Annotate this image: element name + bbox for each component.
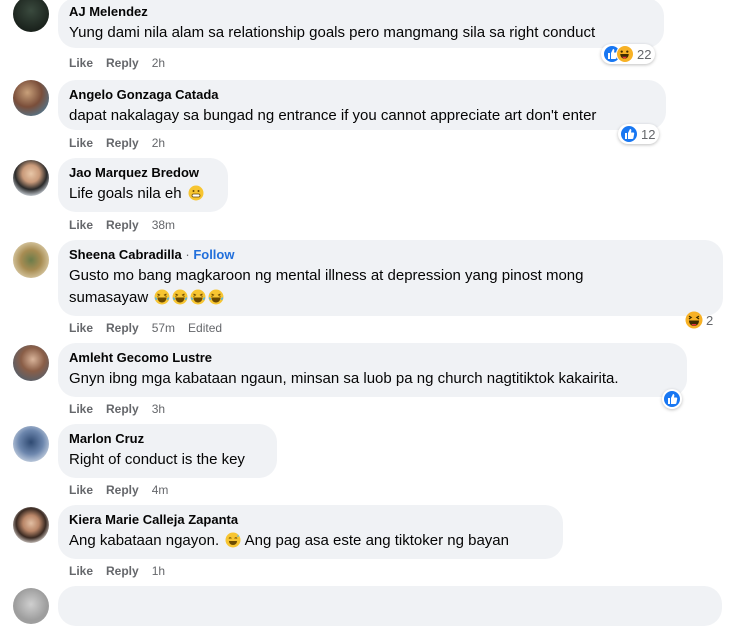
follow-button[interactable]: Follow (193, 247, 234, 262)
avatar[interactable] (13, 345, 49, 381)
like-reaction-icon (663, 390, 681, 408)
like-button[interactable]: Like (69, 402, 93, 416)
comment-text-content: sumasayaw (69, 289, 149, 306)
comment-timestamp[interactable]: 2h (152, 56, 165, 70)
avatar[interactable] (13, 80, 49, 116)
comment-bubble: AJ Melendez Yung dami nila alam sa relat… (58, 0, 664, 48)
reaction-summary[interactable]: 22 (601, 44, 656, 64)
comment-timestamp[interactable]: 38m (152, 218, 175, 232)
grinning-sweat-emoji-icon (225, 532, 241, 548)
reaction-summary[interactable] (662, 389, 682, 409)
comment-bubble: Sheena Cabradilla · Follow Gusto mo bang… (58, 240, 723, 316)
comment-bubble: Angelo Gonzaga Catada dapat nakalagay sa… (58, 80, 666, 130)
comment-author[interactable]: AJ Melendez (69, 4, 652, 20)
reply-button[interactable]: Reply (106, 564, 139, 578)
comment-actions: Like Reply 3h (69, 401, 178, 417)
reaction-count: 22 (637, 46, 652, 62)
comment-bubble: Amleht Gecomo Lustre Gnyn ibng mga kabat… (58, 343, 687, 397)
like-button[interactable]: Like (69, 218, 93, 232)
like-button[interactable]: Like (69, 321, 93, 335)
haha-reaction-icon (685, 311, 703, 329)
comment-text-part-2: Ang pag asa este ang tiktoker ng bayan (244, 532, 509, 549)
comment-actions: Like Reply 38m (69, 217, 188, 233)
comment-author-name[interactable]: Sheena Cabradilla (69, 247, 182, 262)
grimace-emoji-icon (188, 185, 204, 201)
comment-text: Right of conduct is the key (69, 451, 245, 468)
comment-timestamp[interactable]: 1h (152, 564, 165, 578)
comment-timestamp[interactable]: 3h (152, 402, 165, 416)
reaction-count: 2 (706, 312, 714, 328)
comment-author[interactable]: Marlon Cruz (69, 431, 265, 447)
comment-text: Yung dami nila alam sa relationship goal… (69, 24, 596, 41)
comment-bubble: Kiera Marie Calleja Zapanta Ang kabataan… (58, 505, 563, 559)
avatar[interactable] (13, 507, 49, 543)
edited-label[interactable]: Edited (188, 321, 222, 335)
comment-text-content: Life goals nila eh (69, 185, 182, 202)
reply-button[interactable]: Reply (106, 218, 139, 232)
reaction-summary[interactable]: 2 (683, 310, 717, 330)
haha-reaction-icon (616, 45, 634, 63)
laughing-emoji-icon (208, 289, 224, 305)
like-button[interactable]: Like (69, 56, 93, 70)
comment-actions: Like Reply 4m (69, 482, 181, 498)
comment-actions: Like Reply 2h (69, 135, 178, 151)
comment-text: Life goals nila eh (69, 184, 216, 204)
comment-bubble: Jao Marquez Bredow Life goals nila eh (58, 158, 228, 212)
comment-author[interactable]: Jao Marquez Bredow (69, 165, 216, 181)
reply-button[interactable]: Reply (106, 483, 139, 497)
comment-timestamp[interactable]: 2h (152, 136, 165, 150)
comment-text: Ang kabataan ngayon. Ang pag asa este an… (69, 531, 551, 551)
comment-text-line-2: sumasayaw (69, 288, 711, 308)
comment-text-part-1: Ang kabataan ngayon. (69, 532, 220, 549)
comment-timestamp[interactable]: 4m (152, 483, 169, 497)
reply-button[interactable]: Reply (106, 402, 139, 416)
avatar[interactable] (13, 160, 49, 196)
separator-dot: · (185, 247, 190, 262)
comment-text-line-1: Gusto mo bang magkaroon ng mental illnes… (69, 267, 584, 284)
reaction-summary[interactable]: 12 (618, 124, 660, 144)
reply-button[interactable]: Reply (106, 136, 139, 150)
comment-author[interactable]: Angelo Gonzaga Catada (69, 87, 654, 103)
avatar[interactable] (13, 0, 49, 32)
next-comment-partial (0, 586, 750, 626)
laughing-emoji-icon (154, 289, 170, 305)
like-button[interactable]: Like (69, 564, 93, 578)
laughing-emoji-icon (190, 289, 206, 305)
comment-timestamp[interactable]: 57m (152, 321, 175, 335)
comment-text: dapat nakalagay sa bungad ng entrance if… (69, 107, 597, 124)
reaction-count: 12 (641, 126, 656, 142)
like-button[interactable]: Like (69, 483, 93, 497)
avatar[interactable] (13, 588, 49, 624)
like-reaction-icon (620, 125, 638, 143)
comment-author[interactable]: Kiera Marie Calleja Zapanta (69, 512, 551, 528)
comment-actions: Like Reply 1h (69, 563, 178, 579)
like-button[interactable]: Like (69, 136, 93, 150)
avatar[interactable] (13, 242, 49, 278)
reply-button[interactable]: Reply (106, 321, 139, 335)
avatar[interactable] (13, 426, 49, 462)
comment-actions: Like Reply 57m Edited (69, 320, 235, 336)
comment-text: Gnyn ibng mga kabataan ngaun, minsan sa … (69, 370, 619, 387)
comment-actions: Like Reply 2h (69, 55, 178, 71)
reply-button[interactable]: Reply (106, 56, 139, 70)
comment-bubble: Marlon Cruz Right of conduct is the key (58, 424, 277, 478)
comment-author: Sheena Cabradilla · Follow (69, 247, 711, 263)
laughing-emoji-icon (172, 289, 188, 305)
comment-bubble (58, 586, 722, 626)
comment-author[interactable]: Amleht Gecomo Lustre (69, 350, 675, 366)
